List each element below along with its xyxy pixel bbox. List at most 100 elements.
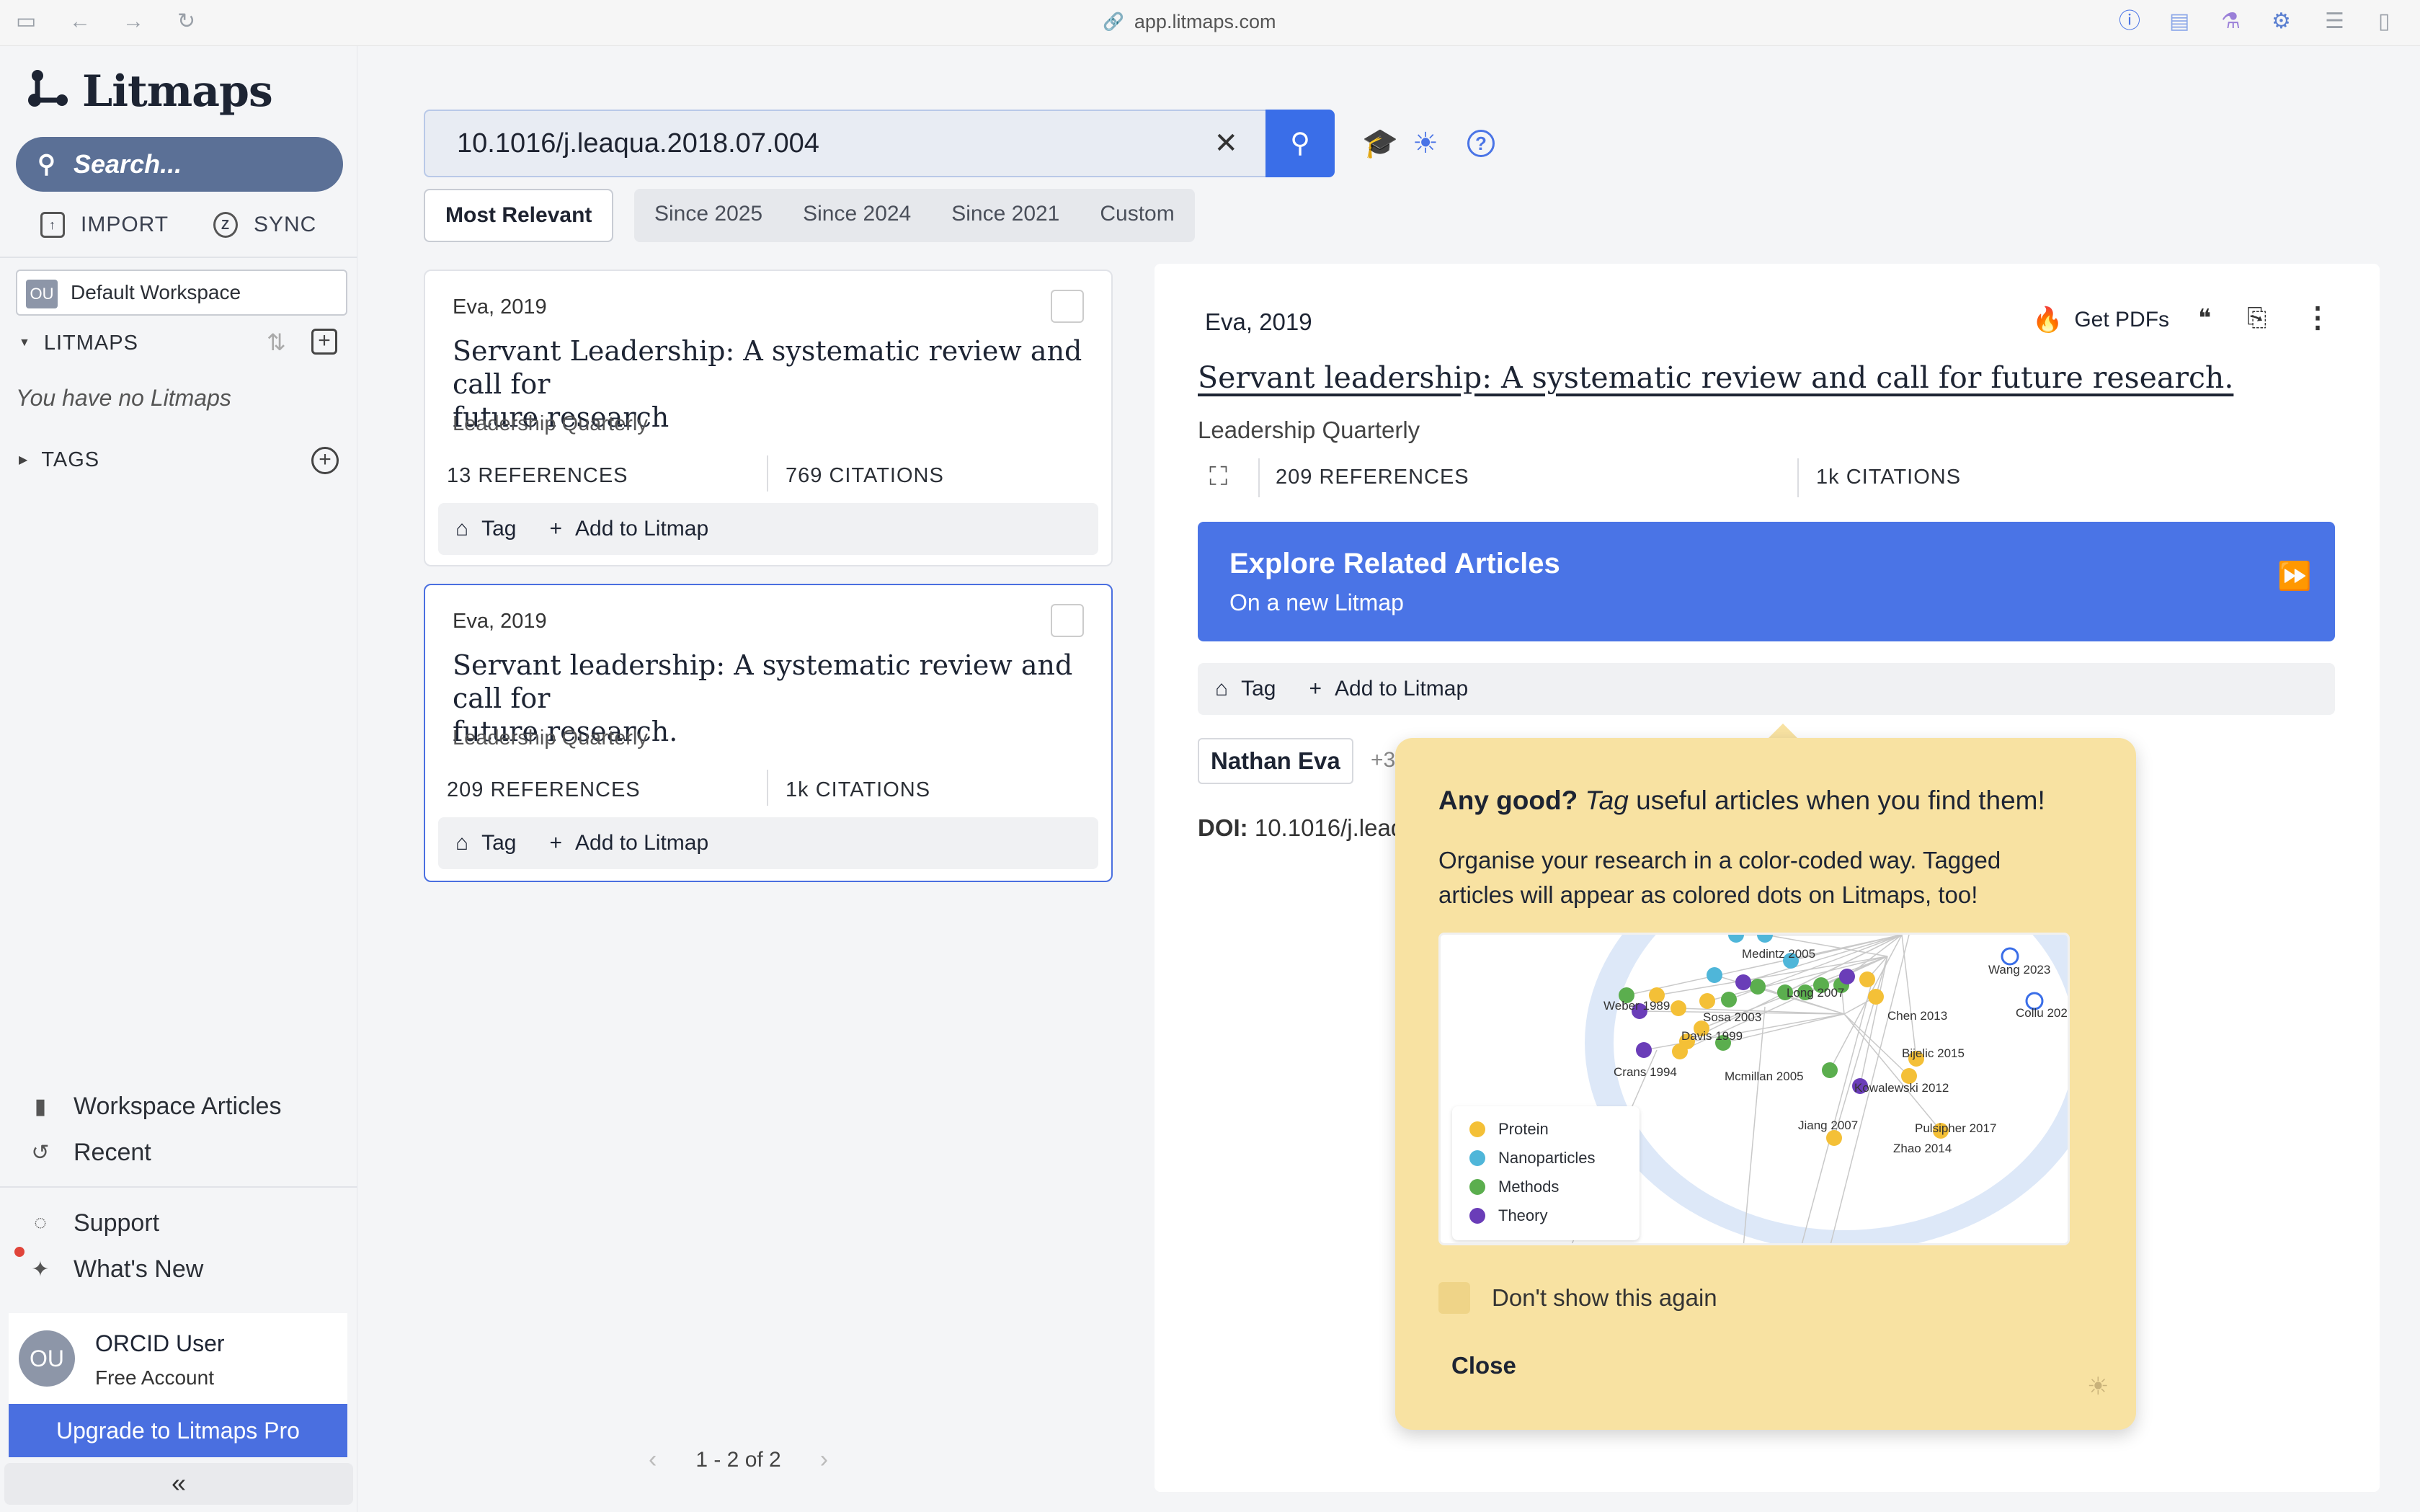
tab-most-relevant[interactable]: Most Relevant [424, 189, 614, 242]
prev-page-icon[interactable]: ‹ [649, 1446, 657, 1474]
add-litmap-icon[interactable]: + [311, 329, 337, 355]
nav-workspace-articles[interactable]: ▮ Workspace Articles [29, 1088, 282, 1124]
result-checkbox[interactable] [1051, 604, 1084, 637]
lightbulb-icon[interactable]: ☀ [1413, 110, 1438, 177]
author-chip[interactable]: Nathan Eva [1198, 738, 1353, 784]
tooltip-heading-italic: Tag [1585, 786, 1629, 815]
export-icon[interactable]: ⎘ [2247, 304, 2266, 332]
doi-value[interactable]: 10.1016/j.leaq [1255, 814, 1404, 841]
tab-custom[interactable]: Custom [1080, 189, 1194, 242]
map-node [1750, 979, 1766, 995]
more-options-icon[interactable]: ⋮ [2303, 301, 2332, 334]
back-icon[interactable]: ← [69, 0, 91, 43]
help-icon[interactable]: ? [1467, 130, 1495, 157]
tooltip-body-line: Organise your research in a color-coded … [1438, 847, 2001, 873]
nav-support[interactable]: ◌ Support [29, 1205, 159, 1241]
clear-icon[interactable]: ✕ [1214, 111, 1238, 176]
zotero-sync-icon: Z [213, 212, 238, 238]
workspace-articles-label: Workspace Articles [74, 1092, 282, 1120]
extension-flask-icon[interactable]: ⚗ [2221, 0, 2241, 43]
legend-dot [1469, 1121, 1485, 1137]
caret-right-icon: ▶ [19, 454, 29, 466]
citations-count: 1k [786, 778, 809, 801]
get-pdfs-button[interactable]: 🔥 Get PDFs [2032, 303, 2169, 337]
more-authors[interactable]: +3 [1371, 748, 1395, 773]
tag-legend: Protein Nanoparticles Methods Theory [1452, 1106, 1640, 1240]
add-to-litmap-button[interactable]: + Add to Litmap [550, 517, 709, 541]
map-node [1859, 971, 1875, 987]
explore-related-button[interactable]: Explore Related Articles On a new Litmap… [1198, 522, 2335, 641]
search-icon: ⚲ [1290, 128, 1310, 159]
result-card-selected[interactable]: Eva, 2019 Servant leadership: A systemat… [424, 584, 1113, 882]
forward-icon[interactable]: → [123, 0, 144, 43]
extension-list-icon[interactable]: ☰ [2325, 0, 2344, 43]
nav-recent[interactable]: ↺ Recent [29, 1134, 151, 1170]
map-node [1636, 1042, 1652, 1058]
tag-button[interactable]: ⌂ Tag [455, 517, 517, 541]
legend-dot [1469, 1150, 1485, 1166]
app-logo[interactable]: Litmaps [27, 66, 273, 117]
result-checkbox[interactable] [1051, 290, 1084, 323]
dont-show-checkbox[interactable] [1438, 1282, 1470, 1314]
divider [0, 1186, 357, 1188]
import-button[interactable]: ↑ IMPORT [40, 208, 169, 242]
user-card[interactable]: OU ORCID User Free Account [9, 1313, 347, 1414]
detail-citations[interactable]: 1k CITATIONS [1816, 466, 1961, 489]
map-node-label: Weber 1989 [1603, 999, 1670, 1013]
tab-since-2024[interactable]: Since 2024 [783, 189, 931, 242]
legend-dot [1469, 1179, 1485, 1195]
add-tag-icon[interactable]: + [311, 447, 339, 474]
detail-title[interactable]: Servant leadership: A systematic review … [1198, 360, 2233, 395]
add-to-litmap-button[interactable]: + Add to Litmap [1309, 677, 1469, 701]
extension-gear-icon[interactable]: ⚙ [2272, 0, 2291, 43]
detail-author-year: Eva, 2019 [1205, 308, 1312, 335]
detail-references[interactable]: 209 REFERENCES [1276, 466, 1469, 489]
split-view-icon[interactable]: ▯ [2378, 0, 2390, 43]
workspace-selector[interactable]: OU Default Workspace [16, 270, 347, 316]
tag-button[interactable]: ⌂ Tag [1215, 677, 1276, 701]
chat-icon: ◌ [34, 1211, 47, 1235]
sidebar [0, 46, 357, 1512]
focus-icon[interactable]: ⛶ [1209, 461, 1227, 492]
result-author-year: Eva, 2019 [453, 295, 547, 319]
search-button[interactable]: ⚲ [1265, 110, 1335, 177]
add-to-litmap-button[interactable]: + Add to Litmap [550, 831, 709, 855]
litmap-preview-image: Medintz 2005 Wang 2023 Weber 1989 Sosa 2003… [1438, 933, 2070, 1245]
result-actions: ⌂ Tag + Add to Litmap [438, 503, 1098, 555]
legend-item: Theory [1469, 1201, 1622, 1230]
no-litmaps-text: You have no Litmaps [16, 385, 231, 411]
references-label: REFERENCES [490, 778, 641, 801]
divider [0, 257, 357, 258]
graduation-cap-icon[interactable]: 🎓 [1362, 110, 1398, 177]
tooltip-arrow [1767, 724, 1799, 739]
tab-since-2025[interactable]: Since 2025 [634, 189, 783, 242]
add-label: Add to Litmap [575, 517, 709, 541]
tag-label: Tag [481, 831, 517, 855]
workspace-badge: OU [26, 280, 58, 308]
citations-label: CITATIONS [815, 778, 931, 801]
reload-icon[interactable]: ↻ [177, 0, 195, 43]
sidebar-search[interactable]: ⚲ Search... [16, 137, 343, 192]
upgrade-button[interactable]: Upgrade to Litmaps Pro [9, 1404, 347, 1457]
litmaps-section-toggle[interactable]: ▼ LITMAPS [19, 329, 138, 357]
browser-toolbar: ▭ ← → ↻ 🔗 app.litmaps.com ⓘ ▤ ⚗ ⚙ ☰ ▯ [0, 0, 2420, 46]
doi-search-input[interactable]: 10.1016/j.leaqua.2018.07.004 ✕ [424, 110, 1267, 177]
address-bar[interactable]: 🔗 app.litmaps.com [1103, 0, 1276, 43]
tag-button[interactable]: ⌂ Tag [455, 831, 517, 855]
next-page-icon[interactable]: › [820, 1446, 828, 1474]
nav-whats-new[interactable]: ✦ What's New [29, 1251, 203, 1287]
result-card[interactable]: Eva, 2019 Servant Leadership: A systemat… [424, 270, 1113, 566]
map-node-label: Kowalewski 2012 [1854, 1081, 1949, 1095]
collapse-sidebar-button[interactable]: « [4, 1463, 353, 1505]
tab-since-2021[interactable]: Since 2021 [931, 189, 1080, 242]
sidebar-toggle-icon[interactable]: ▭ [16, 0, 36, 43]
extension-doc-icon[interactable]: ▤ [2169, 0, 2189, 43]
close-button[interactable]: Close [1451, 1352, 1516, 1379]
book-icon: ▮ [34, 1094, 47, 1119]
cite-icon[interactable]: ❝ [2198, 304, 2211, 333]
tags-section-toggle[interactable]: ▶ TAGS [19, 445, 99, 474]
dont-show-again[interactable]: Don't show this again [1438, 1280, 1717, 1316]
sort-icon[interactable]: ⇅ [267, 329, 286, 356]
sync-button[interactable]: Z SYNC [213, 208, 316, 242]
extension-info-icon[interactable]: ⓘ [2119, 0, 2140, 43]
